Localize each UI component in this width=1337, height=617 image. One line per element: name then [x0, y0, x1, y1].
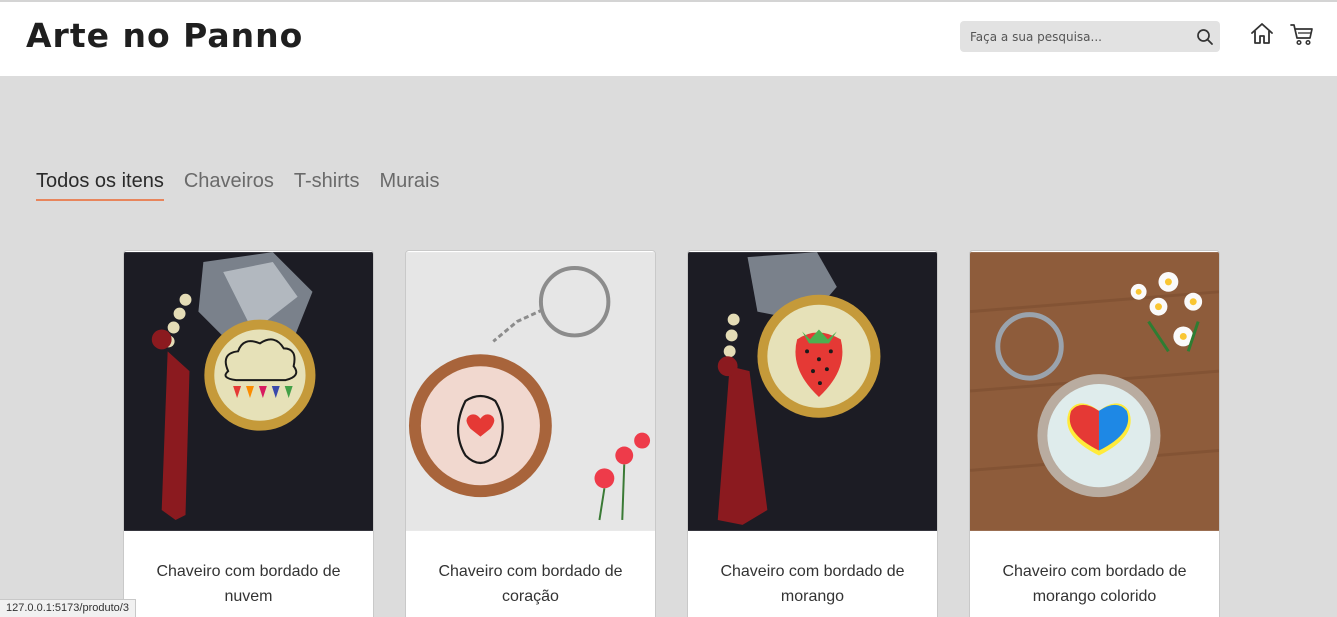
tab-murais[interactable]: Murais	[379, 170, 439, 201]
tab-t-shirts[interactable]: T-shirts	[294, 170, 360, 201]
tab-todos-os-itens[interactable]: Todos os itens	[36, 170, 164, 201]
product-card[interactable]: Chaveiro com bordado de nuvem	[123, 250, 374, 617]
status-bar-url: 127.0.0.1:5173/produto/3	[0, 599, 136, 617]
site-logo[interactable]: Arte no Panno	[26, 16, 303, 55]
search-input[interactable]	[960, 29, 1190, 44]
product-title[interactable]: Chaveiro com bordado de morango	[698, 559, 927, 609]
product-image[interactable]	[688, 251, 937, 532]
home-icon[interactable]	[1249, 21, 1275, 47]
product-card[interactable]: Chaveiro com bordado de morango	[687, 250, 938, 617]
product-title[interactable]: Chaveiro com bordado de nuvem	[134, 559, 363, 609]
site-header: Arte no Panno	[0, 0, 1337, 76]
product-image[interactable]	[970, 251, 1219, 532]
search-icon[interactable]	[1190, 21, 1220, 52]
product-title[interactable]: Chaveiro com bordado de morango colorido	[980, 559, 1209, 609]
product-card[interactable]: Chaveiro com bordado de coração	[405, 250, 656, 617]
category-tabs: Todos os itens Chaveiros T-shirts Murais	[36, 170, 439, 201]
product-image[interactable]	[124, 251, 373, 532]
product-title[interactable]: Chaveiro com bordado de coração	[416, 559, 645, 609]
product-image[interactable]	[406, 251, 655, 532]
cart-icon[interactable]	[1289, 21, 1315, 47]
search-bar	[960, 21, 1220, 52]
product-card[interactable]: Chaveiro com bordado de morango colorido	[969, 250, 1220, 617]
tab-chaveiros[interactable]: Chaveiros	[184, 170, 274, 201]
